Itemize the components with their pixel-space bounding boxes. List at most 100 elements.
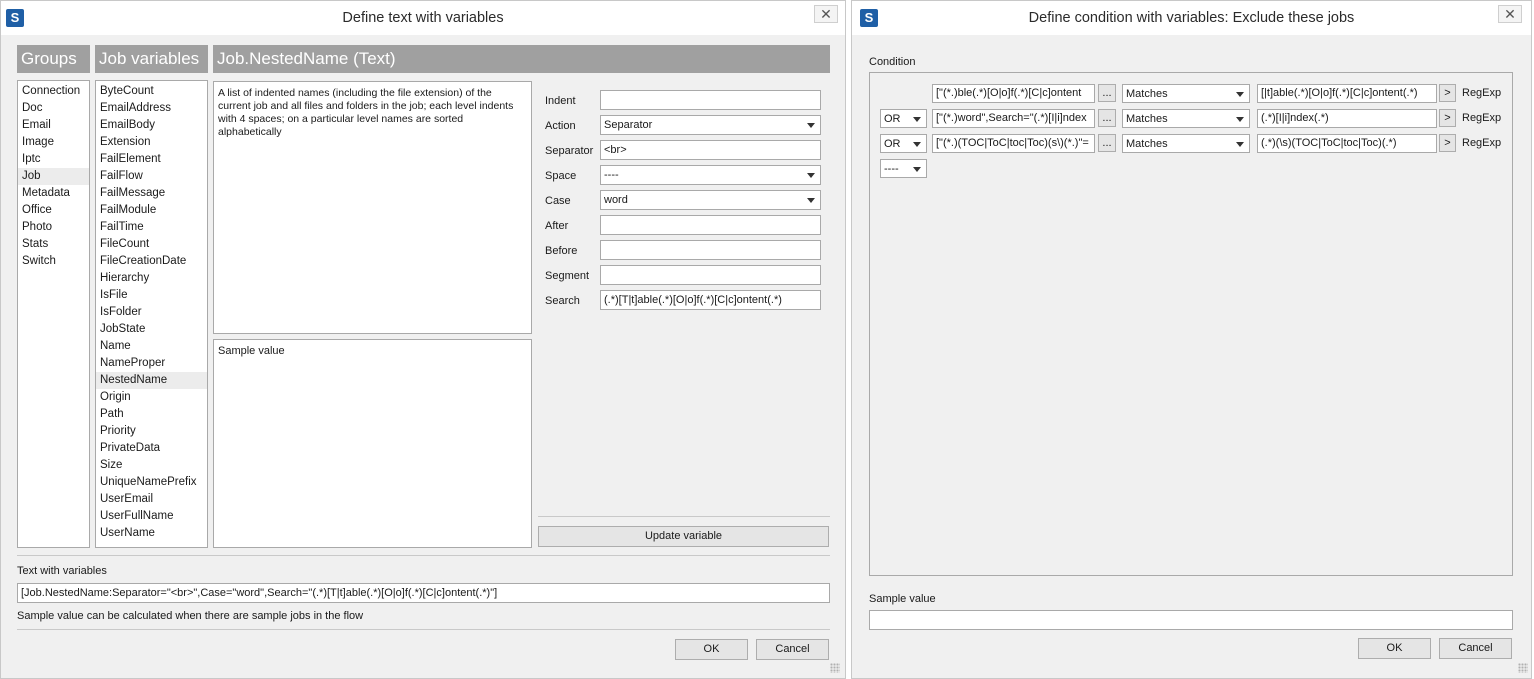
indent-input[interactable] (600, 90, 821, 110)
group-item[interactable]: Switch (18, 253, 89, 270)
operator-select[interactable]: OR (880, 134, 927, 153)
divider (538, 516, 830, 517)
browse-variables-button[interactable]: ... (1098, 109, 1116, 127)
group-item[interactable]: Photo (18, 219, 89, 236)
text-with-variables-input[interactable]: [Job.NestedName:Separator="<br>",Case="w… (17, 583, 830, 603)
comparison-select[interactable]: Matches (1122, 134, 1250, 153)
job-variables-header: Job variables (95, 45, 208, 73)
chevron-down-icon (913, 167, 921, 172)
ok-button[interactable]: OK (675, 639, 748, 660)
job-variable-item[interactable]: FailModule (96, 202, 207, 219)
groups-header: Groups (17, 45, 90, 73)
space-value: ---- (604, 169, 619, 181)
left-operand-input[interactable]: ="(.*)(\s)(TOC|ToC|toc|Toc)(.*)"] (932, 134, 1095, 153)
job-variable-item[interactable]: EmailAddress (96, 100, 207, 117)
case-value: word (604, 194, 628, 206)
left-operand-input[interactable]: word",Search="(.*)[I|i]ndex(.*)"] (932, 109, 1095, 128)
separator-label: Separator (545, 145, 594, 157)
cancel-button[interactable]: Cancel (756, 639, 829, 660)
job-variable-item[interactable]: FileCreationDate (96, 253, 207, 270)
space-select[interactable]: ---- (600, 165, 821, 185)
job-variable-item[interactable]: FailTime (96, 219, 207, 236)
action-select[interactable]: Separator (600, 115, 821, 135)
job-variable-item[interactable]: IsFolder (96, 304, 207, 321)
job-variable-item[interactable]: FileCount (96, 236, 207, 253)
job-variable-item[interactable]: JobState (96, 321, 207, 338)
segment-input[interactable] (600, 265, 821, 285)
action-value: Separator (604, 119, 653, 131)
expand-arrow-button[interactable]: > (1439, 84, 1456, 102)
expand-arrow-button[interactable]: > (1439, 109, 1456, 127)
condition-label: Condition (869, 56, 916, 68)
job-variable-item[interactable]: Name (96, 338, 207, 355)
job-variable-item[interactable]: IsFile (96, 287, 207, 304)
before-input[interactable] (600, 240, 821, 260)
update-variable-button[interactable]: Update variable (538, 526, 829, 547)
cancel-button[interactable]: Cancel (1439, 638, 1512, 659)
comparison-select[interactable]: Matches (1122, 84, 1250, 103)
condition-area: ble(.*)[O|o]f(.*)[C|c]ontent(.*)"]... Mat… (869, 72, 1513, 576)
ok-button[interactable]: OK (1358, 638, 1431, 659)
close-button[interactable]: ✕ (1498, 5, 1522, 23)
job-variable-item[interactable]: ByteCount (96, 83, 207, 100)
job-variable-item[interactable]: UserEmail (96, 491, 207, 508)
chevron-down-icon (807, 198, 815, 203)
group-item[interactable]: Doc (18, 100, 89, 117)
job-variables-list: ByteCount EmailAddress EmailBody Extension F… (95, 80, 208, 548)
operator-value: ---- (884, 163, 899, 175)
left-operand-input[interactable]: ble(.*)[O|o]f(.*)[C|c]ontent(.*)"] (932, 84, 1095, 103)
job-variable-item[interactable]: NameProper (96, 355, 207, 372)
job-variable-item[interactable]: PrivateData (96, 440, 207, 457)
text-with-variables-label: Text with variables (17, 565, 107, 577)
sample-note: Sample value can be calculated when ther… (17, 610, 364, 622)
job-variable-item[interactable]: UserName (96, 525, 207, 542)
job-variable-item[interactable]: Size (96, 457, 207, 474)
browse-variables-button[interactable]: ... (1098, 84, 1116, 102)
job-variable-item[interactable]: NestedName (96, 372, 207, 389)
resize-grip-icon[interactable] (1518, 663, 1528, 673)
job-variable-item[interactable]: Path (96, 406, 207, 423)
group-item[interactable]: Office (18, 202, 89, 219)
resize-grip-icon[interactable] (830, 663, 840, 673)
title-bar: S Define text with variables ✕ (1, 1, 845, 35)
title-bar: S Define condition with variables: Exclu… (852, 1, 1531, 35)
variable-detail-header: Job.NestedName (Text) (213, 45, 830, 73)
search-label: Search (545, 295, 580, 307)
group-item[interactable]: Image (18, 134, 89, 151)
group-item[interactable]: Connection (18, 83, 89, 100)
comparison-select[interactable]: Matches (1122, 109, 1250, 128)
job-variable-item[interactable]: EmailBody (96, 117, 207, 134)
job-variable-item[interactable]: Origin (96, 389, 207, 406)
job-variable-item[interactable]: FailFlow (96, 168, 207, 185)
close-button[interactable]: ✕ (814, 5, 838, 23)
after-input[interactable] (600, 215, 821, 235)
right-operand-input[interactable]: (.*)[I|i]ndex(.*) (1257, 109, 1437, 128)
group-item[interactable]: Email (18, 117, 89, 134)
job-variable-item[interactable]: Hierarchy (96, 270, 207, 287)
right-operand-input[interactable]: (.*)(\s)(TOC|ToC|toc|Toc)(.*) (1257, 134, 1437, 153)
case-label: Case (545, 195, 571, 207)
job-variable-item[interactable]: UniqueNamePrefix (96, 474, 207, 491)
add-operator-select[interactable]: ---- (880, 159, 927, 178)
job-variable-item[interactable]: Priority (96, 423, 207, 440)
right-operand-input[interactable]: [|t]able(.*)[O|o]f(.*)[C|c]ontent(.*) (1257, 84, 1437, 103)
define-condition-dialog: S Define condition with variables: Exclu… (851, 0, 1532, 679)
operator-select[interactable]: OR (880, 109, 927, 128)
group-item[interactable]: Stats (18, 236, 89, 253)
expand-arrow-button[interactable]: > (1439, 134, 1456, 152)
group-item[interactable]: Iptc (18, 151, 89, 168)
group-item[interactable]: Job (18, 168, 89, 185)
dialog-title: Define text with variables (342, 10, 504, 26)
separator-input[interactable]: <br> (600, 140, 821, 160)
regexp-label: RegExp (1462, 112, 1502, 124)
job-variable-item[interactable]: UserFullName (96, 508, 207, 525)
job-variable-item[interactable]: Extension (96, 134, 207, 151)
search-input[interactable]: (.*)[T|t]able(.*)[O|o]f(.*)[C|c]ontent(.… (600, 290, 821, 310)
segment-label: Segment (545, 270, 590, 282)
case-select[interactable]: word (600, 190, 821, 210)
group-item[interactable]: Metadata (18, 185, 89, 202)
sample-value-input[interactable] (869, 610, 1513, 630)
job-variable-item[interactable]: FailMessage (96, 185, 207, 202)
job-variable-item[interactable]: FailElement (96, 151, 207, 168)
browse-variables-button[interactable]: ... (1098, 134, 1116, 152)
